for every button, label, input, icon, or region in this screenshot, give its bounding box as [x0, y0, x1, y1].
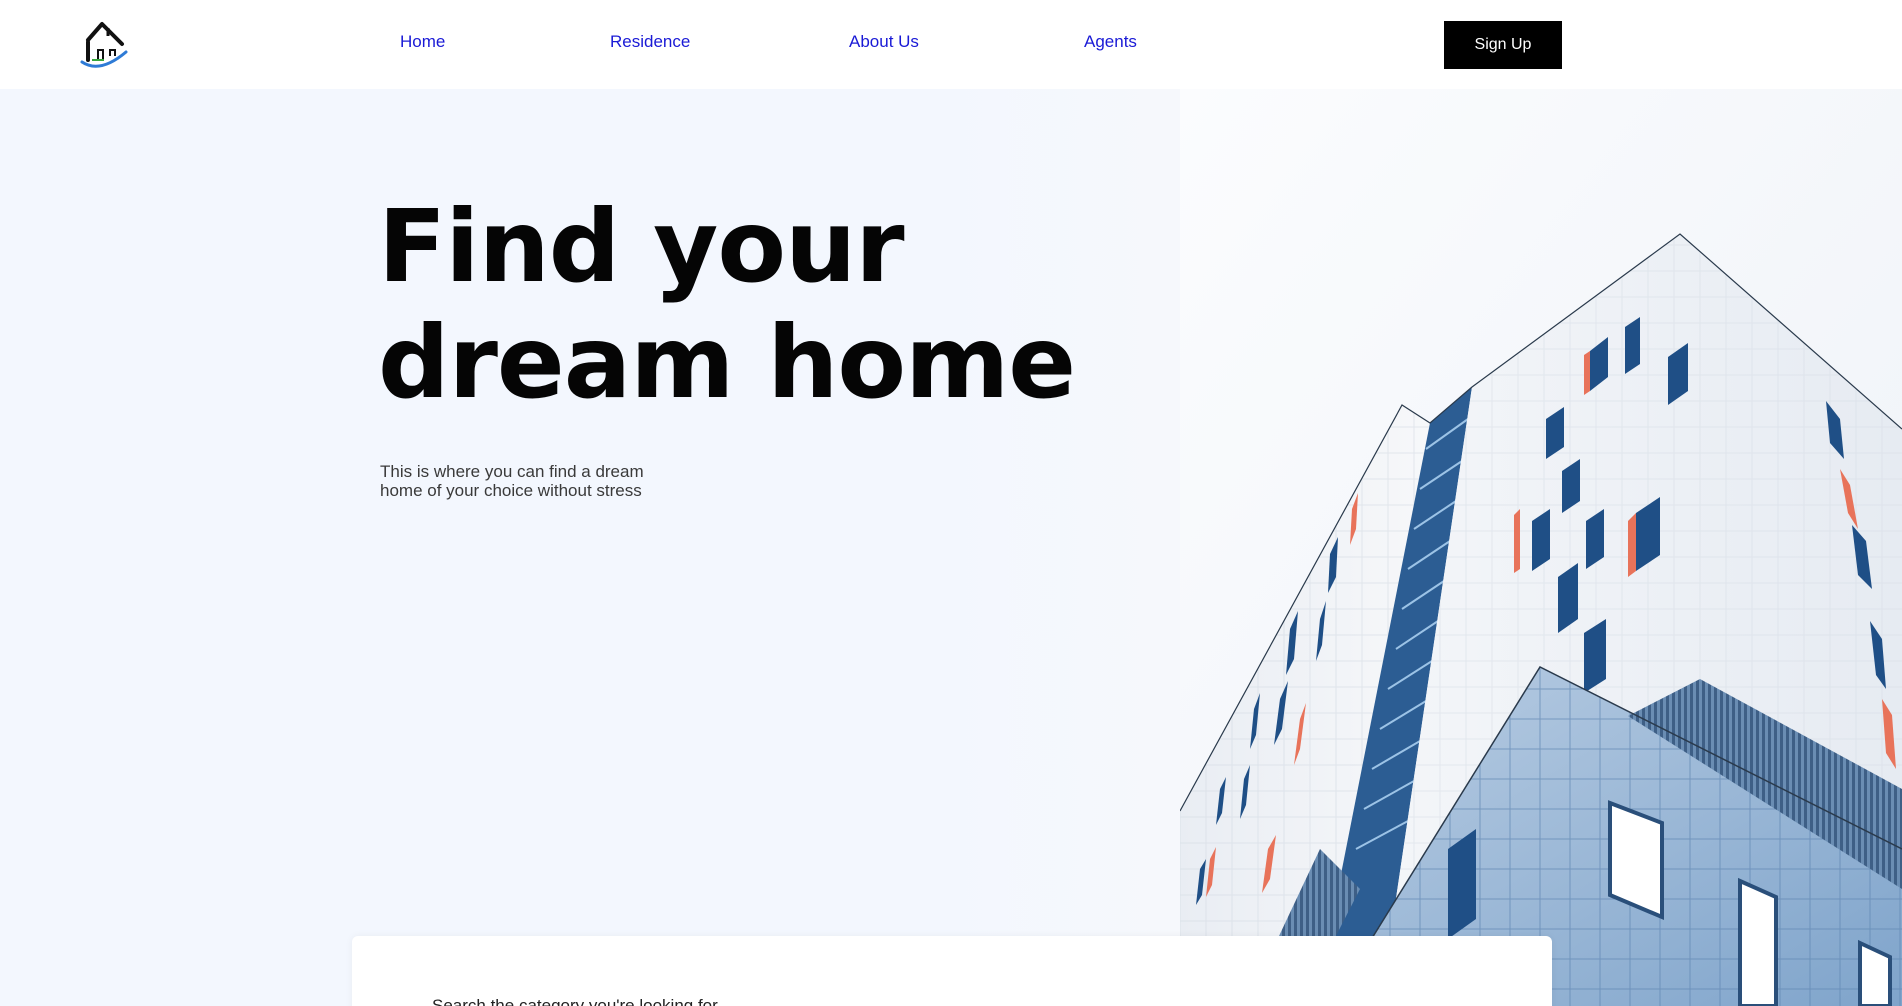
sign-up-button[interactable]: Sign Up	[1444, 21, 1562, 69]
nav-link-agents[interactable]: Agents	[1084, 32, 1137, 52]
hero-subtitle-line-2: home of your choice without stress	[380, 481, 642, 500]
hero-title-line-1: Find your	[378, 188, 905, 305]
top-navbar: Home Residence About Us Agents Sign Up	[0, 0, 1902, 89]
hero-title: Find your dream home	[378, 189, 1098, 421]
hero-subtitle-line-1: This is where you can find a dream	[380, 462, 644, 481]
hero-section: Find your dream home This is where you c…	[0, 89, 1902, 1006]
search-card: Search the category you're looking for	[352, 936, 1552, 1006]
hero-title-line-2: dream home	[378, 304, 1076, 421]
search-hint-text: Search the category you're looking for	[432, 996, 718, 1006]
nav-link-residence[interactable]: Residence	[610, 32, 690, 52]
nav-link-home[interactable]: Home	[400, 32, 445, 52]
nav-link-about-us[interactable]: About Us	[849, 32, 919, 52]
building-photo	[1180, 89, 1902, 1006]
house-logo-icon[interactable]	[78, 16, 132, 68]
hero-subtitle: This is where you can find a dream home …	[380, 462, 680, 500]
